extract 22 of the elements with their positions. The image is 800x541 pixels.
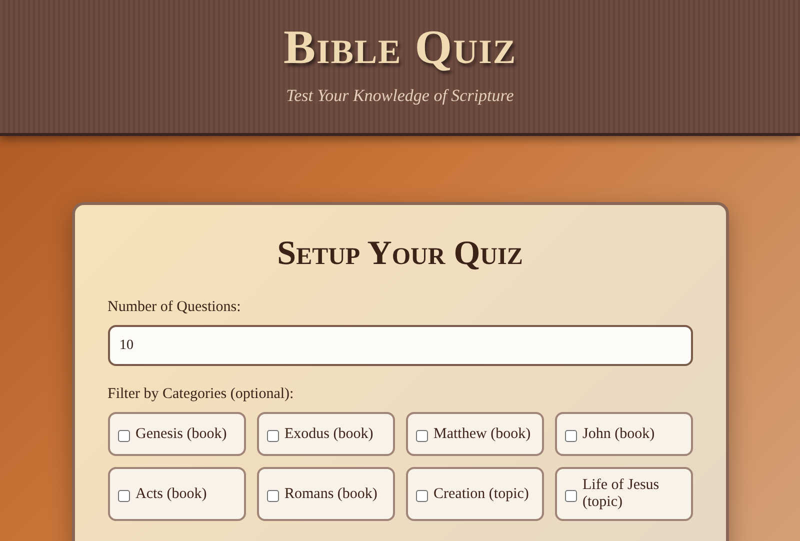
category-option[interactable]: Matthew (book) [406, 412, 544, 456]
checkbox[interactable] [416, 490, 428, 502]
category-option[interactable]: Genesis (book) [108, 412, 246, 456]
category-option[interactable]: Acts (book) [108, 467, 246, 521]
category-option[interactable]: Romans (book) [256, 467, 394, 521]
field-label: Number of Questions: [108, 299, 242, 316]
app-title: Bible Quiz [283, 22, 517, 74]
field-label: Filter by Categories (optional): [108, 386, 295, 403]
checkbox[interactable] [266, 490, 278, 502]
checkbox[interactable] [118, 430, 130, 442]
checkbox[interactable] [416, 430, 428, 442]
app-subtitle: Test Your Knowledge of Scripture [286, 86, 514, 106]
category-option[interactable]: Life of Jesus (topic) [554, 467, 692, 521]
checkbox[interactable] [118, 490, 130, 502]
category-option[interactable]: Exodus (book) [256, 412, 394, 456]
category-option[interactable]: John (book) [554, 412, 692, 456]
checkbox[interactable] [564, 430, 576, 442]
checkbox[interactable] [564, 490, 576, 502]
questions-field[interactable]: 10 [108, 325, 692, 366]
category-option[interactable]: Creation (topic) [406, 467, 544, 521]
setup-heading: Setup Your Quiz [276, 235, 524, 273]
checkbox[interactable] [266, 430, 278, 442]
